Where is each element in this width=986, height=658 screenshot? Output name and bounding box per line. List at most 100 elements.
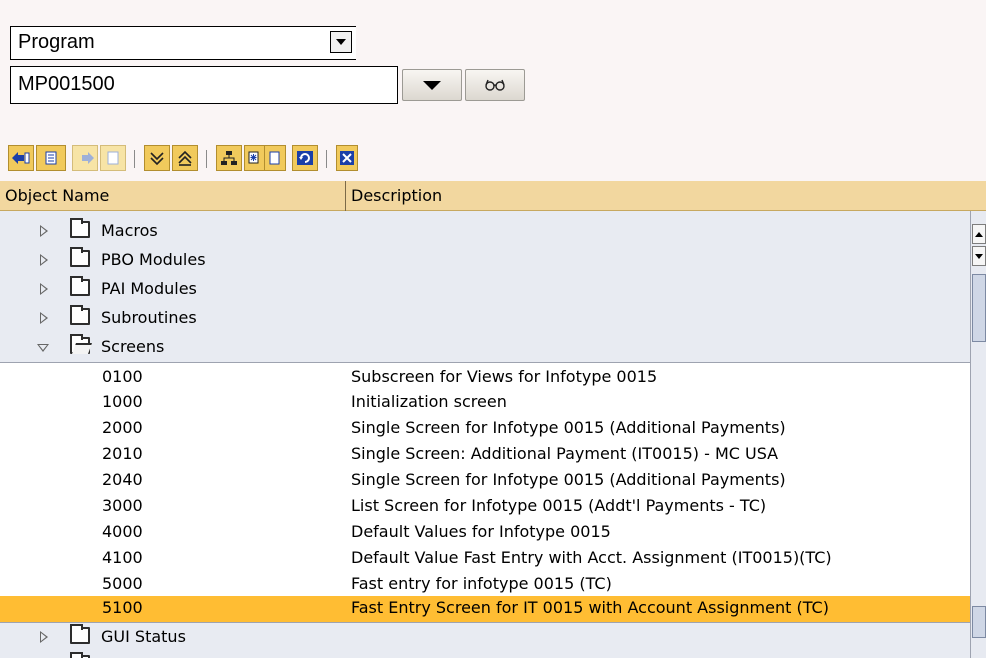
collapse-all-button[interactable]	[172, 145, 198, 171]
scroll-thumb[interactable]	[972, 274, 986, 342]
header-corner	[970, 181, 986, 211]
table-row[interactable]: 2040 Single Screen for Infotype 0015 (Ad…	[0, 466, 970, 495]
display-button[interactable]	[465, 69, 525, 101]
back-list-button[interactable]	[36, 145, 66, 171]
arrow-up-icon	[975, 231, 983, 237]
screen-number: 4100	[102, 548, 143, 567]
folder-icon	[70, 247, 90, 267]
scroll-down-button[interactable]	[972, 246, 986, 266]
forward-arrow-icon	[82, 152, 94, 164]
vertical-scrollbar[interactable]	[970, 211, 986, 658]
back-arrow-icon	[12, 152, 30, 164]
scroll-up-button[interactable]	[972, 224, 986, 244]
screen-description: Subscreen for Views for Infotype 0015	[351, 367, 658, 386]
screen-number: 5100	[102, 598, 143, 617]
folder-icon	[70, 305, 90, 325]
tree-row-pai-modules[interactable]: PAI Modules	[0, 275, 970, 304]
tree-row-partial[interactable]	[0, 651, 970, 658]
scroll-thumb-secondary[interactable]	[972, 606, 986, 638]
screen-number: 1000	[102, 392, 143, 411]
dropdown-arrow-icon	[423, 80, 441, 90]
arrow-down-icon	[975, 253, 983, 259]
tree-node-label: Macros	[101, 221, 158, 240]
select-list-button[interactable]	[264, 145, 286, 171]
list-icon	[45, 151, 57, 165]
object-type-value: Program	[18, 31, 95, 53]
screen-number: 2010	[102, 444, 143, 463]
tree-node-label: Subroutines	[101, 308, 197, 327]
screen-description: Default Value Fast Entry with Acct. Assi…	[351, 548, 832, 567]
list-icon	[269, 151, 280, 165]
screen-description: Fast entry for infotype 0015 (TC)	[351, 574, 612, 593]
column-separator[interactable]	[345, 181, 346, 211]
back-button[interactable]	[8, 145, 34, 171]
hierarchy-icon	[221, 151, 237, 165]
table-row[interactable]: 4000 Default Values for Infotype 0015	[0, 518, 970, 547]
screen-number: 2000	[102, 418, 143, 437]
table-header: Object Name Description	[0, 181, 970, 211]
folder-icon	[70, 276, 90, 296]
forward-button[interactable]	[72, 145, 98, 171]
screen-number: 3000	[102, 496, 143, 515]
list-icon	[107, 151, 119, 165]
screen-description: Single Screen: Additional Payment (IT001…	[351, 444, 779, 463]
tree-row-macros[interactable]: Macros	[0, 217, 970, 246]
collapse-triangle-icon[interactable]	[37, 344, 49, 352]
table-row[interactable]: 5000 Fast entry for infotype 0015 (TC)	[0, 570, 970, 599]
glasses-icon	[485, 79, 505, 91]
object-type-dropdown[interactable]: Program	[10, 26, 356, 60]
collapse-all-icon	[178, 150, 192, 166]
tree-row-screens[interactable]: Screens	[0, 333, 970, 362]
screen-description: Default Values for Infotype 0015	[351, 522, 611, 541]
expand-triangle-icon[interactable]	[40, 312, 48, 324]
column-header-object-name[interactable]: Object Name	[5, 186, 109, 205]
expand-all-icon	[150, 152, 164, 166]
screen-description: Fast Entry Screen for IT 0015 with Accou…	[351, 598, 829, 617]
screen-description: Single Screen for Infotype 0015 (Additio…	[351, 470, 786, 489]
object-type-dropdown-button[interactable]	[330, 31, 352, 53]
table-row[interactable]: 1000 Initialization screen	[0, 388, 970, 417]
object-tree: Macros PBO Modules PAI Modules Subroutin…	[0, 211, 970, 658]
object-name-input[interactable]: MP001500	[10, 66, 398, 104]
tree-node-label: PAI Modules	[101, 279, 197, 298]
expand-triangle-icon[interactable]	[40, 225, 48, 237]
expand-triangle-icon[interactable]	[40, 254, 48, 266]
column-header-description[interactable]: Description	[351, 186, 442, 205]
toolbar-separator	[206, 150, 207, 168]
close-window-icon	[340, 151, 354, 165]
table-row[interactable]: 4100 Default Value Fast Entry with Acct.…	[0, 544, 970, 573]
screen-number: 4000	[102, 522, 143, 541]
object-name-history-button[interactable]	[402, 69, 462, 101]
hierarchy-button[interactable]	[216, 145, 242, 171]
table-row[interactable]: 0100 Subscreen for Views for Infotype 00…	[0, 362, 970, 391]
table-row[interactable]: 2000 Single Screen for Infotype 0015 (Ad…	[0, 414, 970, 443]
tree-node-label: Screens	[101, 337, 165, 356]
close-window-button[interactable]	[336, 145, 358, 171]
tree-row-subroutines[interactable]: Subroutines	[0, 304, 970, 333]
screen-description: Single Screen for Infotype 0015 (Additio…	[351, 418, 786, 437]
table-row[interactable]: 2010 Single Screen: Additional Payment (…	[0, 440, 970, 469]
expand-triangle-icon[interactable]	[40, 283, 48, 295]
table-row[interactable]: 3000 List Screen for Infotype 0015 (Addt…	[0, 492, 970, 521]
refresh-button[interactable]	[292, 145, 318, 171]
open-folder-icon	[70, 334, 90, 354]
toolbar-separator	[134, 150, 135, 168]
object-name-value: MP001500	[18, 73, 115, 95]
expand-triangle-icon[interactable]	[40, 631, 48, 643]
chevron-down-icon	[336, 39, 346, 45]
screen-number: 5000	[102, 574, 143, 593]
screen-number: 0100	[102, 367, 143, 386]
table-row-selected[interactable]: 5100 Fast Entry Screen for IT 0015 with …	[0, 596, 970, 622]
folder-icon	[70, 624, 90, 644]
tree-row-pbo-modules[interactable]: PBO Modules	[0, 246, 970, 275]
screen-description: List Screen for Infotype 0015 (Addt'l Pa…	[351, 496, 767, 515]
screen-number: 2040	[102, 470, 143, 489]
tree-node-label: PBO Modules	[101, 250, 206, 269]
forward-list-button[interactable]	[100, 145, 126, 171]
tree-node-label: GUI Status	[101, 627, 186, 646]
refresh-icon	[297, 151, 313, 165]
folder-icon	[70, 218, 90, 238]
expand-all-button[interactable]	[144, 145, 170, 171]
toolbar-separator	[326, 150, 327, 168]
tree-row-gui-status[interactable]: GUI Status	[0, 622, 970, 651]
